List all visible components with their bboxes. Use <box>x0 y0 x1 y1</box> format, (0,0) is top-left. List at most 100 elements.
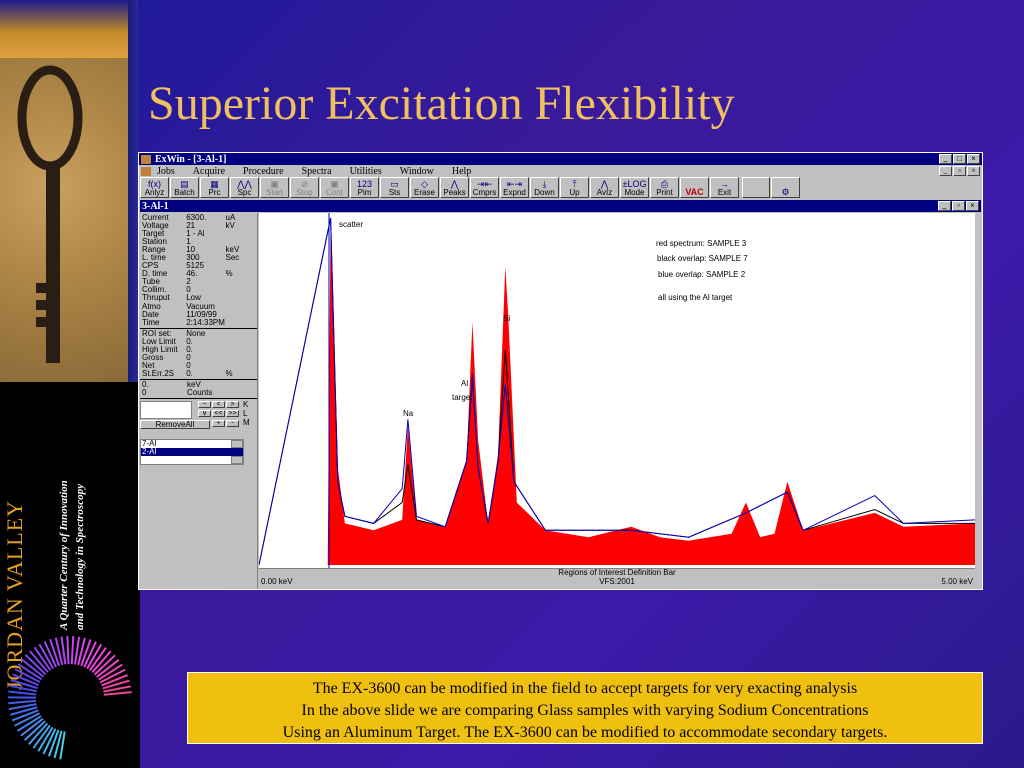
info-cell <box>226 294 255 302</box>
menu-item-spectra[interactable]: Spectra <box>302 166 332 177</box>
logo-ray <box>66 636 70 665</box>
toolbar-button-label: Prc <box>208 188 221 197</box>
add-button[interactable]: + <box>212 420 225 428</box>
menu-item-acquire[interactable]: Acquire <box>193 166 225 177</box>
toolbar-button-label: Expnd <box>503 188 526 197</box>
child-minimize-button[interactable]: _ <box>938 201 951 211</box>
caption-line: Using an Aluminum Target. The EX-3600 ca… <box>282 724 888 741</box>
minimize-button[interactable]: _ <box>939 154 952 164</box>
toolbar-erase-button[interactable]: ◇ Erase <box>410 177 439 198</box>
toolbar-blank-button[interactable] <box>742 177 770 198</box>
menu-item-help[interactable]: Help <box>452 166 471 177</box>
toolbar-batch-button[interactable]: ▤ Batch <box>170 177 199 198</box>
prev-button[interactable]: < <box>212 401 225 409</box>
toolbar-cmprs-button[interactable]: ⇥⇤ Cmprs <box>470 177 499 198</box>
logo-ray <box>8 690 37 696</box>
info-cell <box>226 330 255 338</box>
child-window-title: 3-Al-1 <box>142 200 169 212</box>
toolbar-pim-button[interactable]: 123 Pim <box>350 177 379 198</box>
next-button[interactable]: > <box>226 401 239 409</box>
toolbar-aviz-button[interactable]: ⋀ AvIz <box>590 177 619 198</box>
maximize-button[interactable]: □ <box>953 154 966 164</box>
down-button[interactable]: ∨ <box>198 410 211 418</box>
list-item[interactable]: 2-Al <box>141 448 243 456</box>
menu-item-window[interactable]: Window <box>400 166 434 177</box>
slide-title: Superior Excitation Flexibility <box>148 77 735 130</box>
info-cell: St.Err.2S <box>142 368 175 378</box>
toolbar-network-button[interactable]: ⚙ <box>771 177 800 198</box>
toolbar: f(x) Anlyz ▤ Batch ▦ Prc ⋀⋀ Spc ▣ Start ⊘ Stop ▣ Cont… <box>139 177 982 199</box>
toolbar-spc-button[interactable]: ⋀⋀ Spc <box>230 177 259 198</box>
child-close-button[interactable]: × <box>966 201 979 211</box>
cursor-readout: 0. keV 0 Counts <box>140 380 257 400</box>
toolbar-button-label: Start <box>266 188 283 197</box>
info-row: Gross 0 <box>142 353 255 362</box>
toolbar-start-button[interactable]: ▣ Start <box>260 177 289 198</box>
scroll-left-button[interactable]: − <box>198 401 211 409</box>
toolbar-up-button[interactable]: ⤒ Up <box>560 177 589 198</box>
spectrum-plot[interactable]: scatter Na Al target Si red spectrum: SA… <box>259 213 975 568</box>
info-cell: 2:14:33PM <box>186 317 225 327</box>
mdi-restore-button[interactable]: ▫ <box>953 166 966 176</box>
info-cell: 46. <box>186 269 198 279</box>
mdi-minimize-button[interactable]: _ <box>939 166 952 176</box>
toolbar-button-label: Cont <box>326 188 343 197</box>
blue-overlay-line <box>259 217 975 566</box>
menu-item-jobs[interactable]: Jobs <box>157 166 175 177</box>
info-row: Time 2:14:33PM <box>142 317 255 327</box>
close-button[interactable]: × <box>967 154 980 164</box>
dropdown-icon[interactable] <box>231 456 243 464</box>
caption-line: In the above slide we are comparing Glas… <box>301 702 869 719</box>
sidebar-divider <box>128 0 138 382</box>
spectrum-chart <box>259 213 975 568</box>
toolbar-print-button[interactable]: ⎙ Print <box>650 177 679 198</box>
info-cell <box>226 286 255 294</box>
fast-next-button[interactable]: >> <box>226 410 239 418</box>
child-restore-button[interactable]: ▫ <box>952 201 965 211</box>
info-cell: 1 - Al <box>186 229 205 239</box>
toolbar-expnd-button[interactable]: ⇤⇥ Expnd <box>500 177 529 198</box>
info-cell <box>226 230 255 238</box>
fast-prev-button[interactable]: << <box>212 410 225 418</box>
info-cell <box>226 311 255 319</box>
remove-all-button[interactable]: RemoveAll <box>140 420 210 430</box>
info-cell: % <box>225 269 233 279</box>
annotation-scatter: scatter <box>339 220 364 229</box>
info-cell: % <box>225 368 233 378</box>
toolbar-button-label: AvIz <box>596 188 613 197</box>
toolbar-sts-button[interactable]: ▭ Sts <box>380 177 409 198</box>
list-item[interactable]: 7-Al <box>141 440 243 448</box>
toolbar-down-button[interactable]: ⤓ Down <box>530 177 559 198</box>
toolbar-prc-button[interactable]: ▦ Prc <box>200 177 229 198</box>
info-cell: Counts <box>187 387 213 397</box>
roi-definition-bar[interactable]: Regions of Interest Definition Bar <box>259 568 975 577</box>
red-spectrum-area <box>259 218 975 565</box>
line-k-label: K <box>243 400 249 410</box>
app-icon <box>141 154 151 164</box>
menu-item-utilities[interactable]: Utilities <box>350 166 382 177</box>
element-input[interactable] <box>140 401 192 420</box>
legend-black: black overlap: SAMPLE 7 <box>657 254 748 263</box>
info-row: St.Err.2S 0.% <box>142 368 255 378</box>
list-item[interactable] <box>141 456 243 464</box>
toolbar-stop-button[interactable]: ⊘ Stop <box>290 177 319 198</box>
annotation-al: Al <box>461 379 469 388</box>
window-titlebar: ExWin - [3-Al-1] _ □ × <box>139 153 982 165</box>
toolbar-anlyz-button[interactable]: f(x) Anlyz <box>140 177 169 198</box>
legend-note: all using the Al target <box>658 293 733 302</box>
toolbar-cont-button[interactable]: ▣ Cont <box>320 177 349 198</box>
toolbar-vac-button[interactable]: VAC <box>680 177 709 198</box>
dropdown-icon[interactable] <box>231 440 243 448</box>
toolbar-button-label: Anlyz <box>144 188 165 197</box>
toolbar-exit-button[interactable]: → Exit <box>710 177 739 198</box>
logo-ray <box>103 691 132 696</box>
toolbar-mode-button[interactable]: ±LOG Mode <box>620 177 649 198</box>
legend-red: red spectrum: SAMPLE 3 <box>656 239 747 248</box>
child-window-titlebar: 3-Al-1 _ ▫ × <box>140 200 981 212</box>
annotation-na: Na <box>403 409 414 418</box>
toolbar-peaks-button[interactable]: ⋀ Peaks <box>440 177 469 198</box>
acquisition-params: Current 6300. uA Voltage 21 kV Target 1 - Al Sta… <box>140 213 257 329</box>
subtract-button[interactable]: - <box>226 420 239 428</box>
menu-item-procedure[interactable]: Procedure <box>243 166 284 177</box>
mdi-close-button[interactable]: × <box>967 166 980 176</box>
